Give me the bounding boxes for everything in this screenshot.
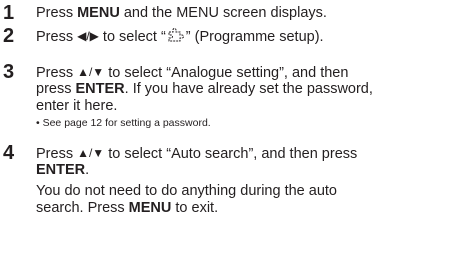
key-menu: MENU [128, 200, 172, 216]
key-menu: MENU [77, 5, 120, 21]
text: to select “Auto search”, and then press [104, 146, 358, 162]
text: enter it here. [36, 98, 118, 114]
up-down-arrow-icon: ▲/▼ [77, 65, 105, 79]
step-text: Press ▲/▼ to select “Auto search”, and t… [36, 145, 472, 217]
key-enter: ENTER [75, 81, 125, 97]
up-down-arrow-icon: ▲/▼ [77, 146, 105, 160]
text: to exit. [171, 200, 219, 216]
step-number: 2 [3, 25, 15, 47]
step-text: Press MENU and the MENU screen displays. [36, 5, 472, 22]
text: search. Press [36, 200, 129, 216]
text: ” (Programme setup). [185, 29, 324, 45]
text: and the MENU screen displays. [119, 5, 327, 21]
text: press [36, 81, 76, 97]
text: to select “Analogue setting”, and then [104, 65, 349, 81]
step-number: 3 [3, 61, 15, 83]
text: Press [36, 65, 78, 81]
text: Press [36, 29, 78, 45]
programme-setup-icon [166, 28, 186, 43]
key-enter: ENTER [36, 162, 86, 178]
text: . [85, 162, 90, 178]
note-paragraph: You do not need to do anything during th… [36, 183, 472, 217]
step-text: Press ▲/▼ to select “Analogue setting”, … [36, 64, 472, 130]
text: You do not need to do anything during th… [36, 183, 337, 199]
left-right-arrow-icon: ◀/▶ [77, 29, 99, 43]
text: . If you have already set the password, [124, 81, 373, 97]
step-number: 1 [3, 2, 15, 24]
note-bullet: • See page 12 for setting a password. [36, 117, 211, 129]
text: Press [36, 146, 78, 162]
text: Press [36, 5, 78, 21]
text: to select “ [98, 29, 166, 45]
step-text: Press ◀/▶ to select “ ” (Programme setup)… [36, 28, 472, 45]
step-number: 4 [3, 142, 15, 164]
